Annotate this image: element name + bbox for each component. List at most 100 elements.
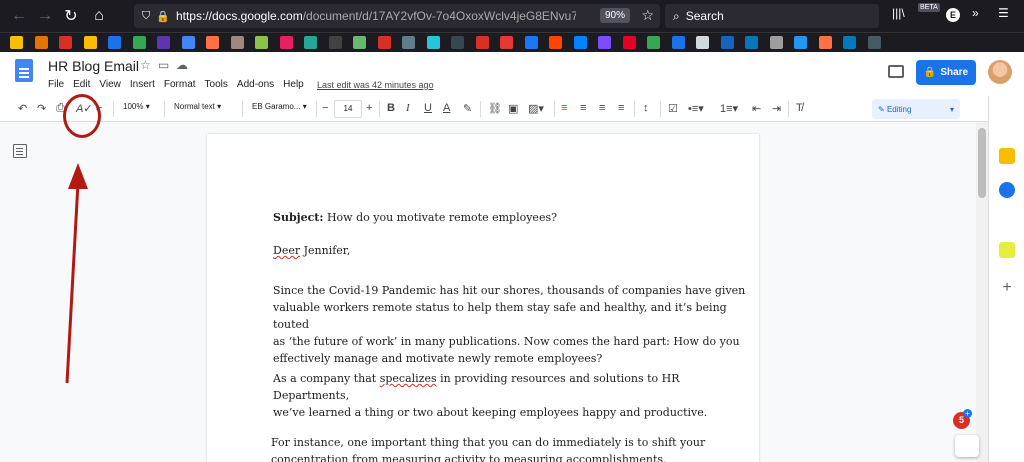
redo-icon[interactable]: ↷ [37,102,46,115]
bookmark-favicon-icon[interactable] [598,36,611,49]
font-select[interactable]: EB Garamo... ▾ [252,102,307,111]
bookmark-favicon-icon[interactable] [132,36,146,49]
doc-title[interactable]: HR Blog Email [48,58,139,74]
search-input[interactable]: ⌕ Search [665,4,879,28]
scrollbar-thumb[interactable] [978,128,986,198]
back-button[interactable]: ← [6,3,32,29]
greeting-line[interactable]: Deer Jennifer, [273,242,350,259]
decrease-indent-icon[interactable]: ⇤ [752,102,761,115]
url-bar[interactable]: ⛉ 🔒 https://docs.google.com/document/d/1… [134,4,660,28]
increase-indent-icon[interactable]: ⇥ [772,102,781,115]
bookmark-favicon-icon[interactable] [255,36,268,49]
bookmark-favicon-icon[interactable] [377,36,391,49]
bookmark-favicon-icon[interactable] [745,36,758,49]
bookmark-favicon-icon[interactable] [181,36,195,49]
checklist-icon[interactable]: ☑ [668,102,678,115]
style-select[interactable]: Normal text ▾ [174,102,221,111]
account-avatar[interactable] [988,60,1012,84]
document-page[interactable]: Subject: How do you motivate remote empl… [207,134,759,462]
bookmark-favicon-icon[interactable] [328,36,342,49]
home-button[interactable]: ⌂ [86,3,112,29]
paragraph-3[interactable]: For instance, one important thing that y… [271,434,705,462]
link-icon[interactable]: ⛓ [488,102,502,115]
bookmark-favicon-icon[interactable] [59,36,72,49]
reload-button[interactable]: ↻ [58,3,84,29]
bookmark-favicon-icon[interactable] [794,36,807,49]
numbered-list-icon[interactable]: 1≡▾ [720,102,738,115]
paragraph-2[interactable]: As a company that specalizes in providin… [273,370,759,421]
menu-file[interactable]: File [48,79,64,90]
bookmark-favicon-icon[interactable] [83,36,97,49]
docs-logo-icon[interactable] [15,59,33,82]
bookmark-favicon-icon[interactable] [10,36,23,49]
bookmark-favicon-icon[interactable] [353,36,366,49]
justify-icon[interactable]: ≡ [618,102,624,114]
underline-button[interactable]: U [424,102,432,114]
highlight-icon[interactable]: ✎ [463,102,472,115]
bookmark-favicon-icon[interactable] [402,36,415,49]
paragraph-1[interactable]: Since the Covid-19 Pandemic has hit our … [273,282,759,367]
bookmark-favicon-icon[interactable] [549,36,562,49]
tasks-icon[interactable] [999,182,1015,198]
bookmark-favicon-icon[interactable] [230,36,244,49]
forward-button[interactable]: → [32,3,58,29]
bold-button[interactable]: B [387,102,395,114]
bookmark-favicon-icon[interactable] [157,36,170,49]
bookmark-favicon-icon[interactable] [304,36,317,49]
bookmark-favicon-icon[interactable] [206,36,219,49]
menu-insert[interactable]: Insert [130,79,155,90]
insert-image-icon[interactable]: ▨▾ [528,102,544,115]
editing-mode-select[interactable]: ✎ Editing ▾ [872,99,960,119]
undo-icon[interactable]: ↶ [18,102,27,115]
profile-avatar[interactable]: E [946,8,960,22]
bookmark-favicon-icon[interactable] [573,36,587,49]
bookmark-favicon-icon[interactable] [426,36,440,49]
bookmark-favicon-icon[interactable] [867,36,881,49]
star-icon[interactable]: ☆ [140,58,151,72]
align-center-icon[interactable]: ≡ [580,102,586,114]
add-comment-icon[interactable]: ▣ [508,102,518,115]
line-spacing-icon[interactable]: ↕ [643,102,649,114]
menu-help[interactable]: Help [283,79,304,90]
document-canvas[interactable]: Subject: How do you motivate remote empl… [0,122,988,462]
bookmark-favicon-icon[interactable] [720,36,734,49]
move-folder-icon[interactable]: ▭ [158,58,169,72]
last-edit-link[interactable]: Last edit was 42 minutes ago [317,80,434,90]
menu-view[interactable]: View [99,79,121,90]
increase-font-size-button[interactable]: + [366,102,372,114]
share-button[interactable]: 🔒 Share [916,60,976,85]
bookmark-favicon-icon[interactable] [279,36,293,49]
misspelled-word[interactable]: specalizes [380,372,437,385]
misspelled-word[interactable]: Deer [273,244,300,257]
bookmark-favicon-icon[interactable] [475,36,489,49]
bookmark-favicon-icon[interactable] [108,36,121,49]
bookmark-star-icon[interactable]: ☆ [641,7,654,24]
bookmark-favicon-icon[interactable] [622,36,636,49]
menu-icon[interactable]: ☰ [998,6,1009,20]
align-right-icon[interactable]: ≡ [599,102,605,114]
comment-history-icon[interactable] [888,65,904,78]
decrease-font-size-button[interactable]: − [322,102,328,114]
download-icon[interactable] [999,242,1015,258]
zoom-level[interactable]: 90% [599,8,630,23]
bookmark-favicon-icon[interactable] [34,36,48,49]
text-color-button[interactable]: A [443,102,450,114]
overflow-chevron-icon[interactable]: » [972,6,979,20]
zoom-select[interactable]: 100% ▾ [123,102,150,111]
clear-formatting-icon[interactable]: T̸ [796,102,803,114]
bookmark-favicon-icon[interactable] [818,36,832,49]
menu-format[interactable]: Format [164,79,196,90]
cloud-status-icon[interactable]: ☁ [176,58,188,72]
menu-addons[interactable]: Add-ons [237,79,274,90]
subject-line[interactable]: Subject: How do you motivate remote empl… [273,209,557,226]
bookmark-favicon-icon[interactable] [524,36,538,49]
bookmark-favicon-icon[interactable] [696,36,709,49]
document-outline-icon[interactable] [13,144,27,158]
menu-edit[interactable]: Edit [73,79,90,90]
explore-button[interactable] [955,435,979,457]
beta-badge[interactable]: BETA [918,3,940,12]
align-left-icon[interactable]: ≡ [561,102,567,114]
library-icon[interactable]: |||\ [892,6,905,20]
bookmark-favicon-icon[interactable] [451,36,464,49]
keep-icon[interactable] [999,148,1015,164]
